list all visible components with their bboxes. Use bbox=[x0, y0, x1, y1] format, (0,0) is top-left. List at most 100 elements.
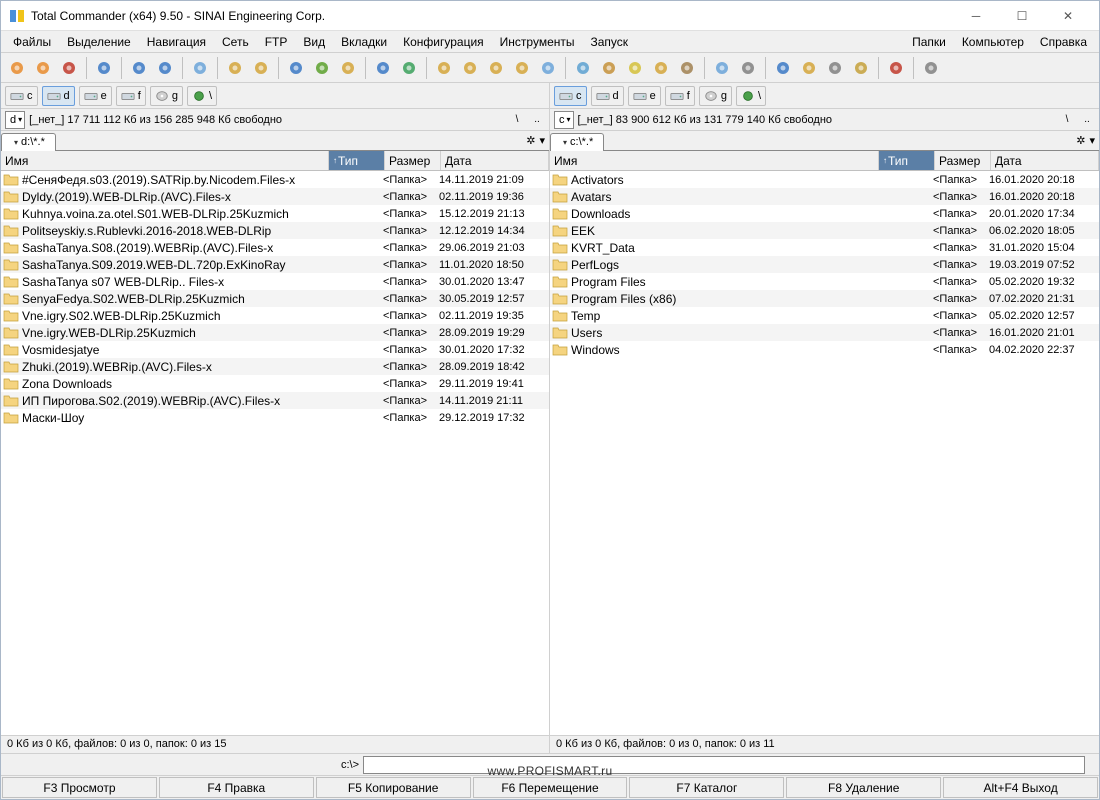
left-drive-c[interactable]: c bbox=[5, 86, 38, 106]
list-item[interactable]: Activators<Папка>16.01.2020 20:18 bbox=[550, 171, 1099, 188]
list-item[interactable]: Temp<Папка>05.02.2020 12:57 bbox=[550, 307, 1099, 324]
doc-4-icon[interactable] bbox=[510, 56, 534, 80]
left-drive-combo[interactable]: d ▾ bbox=[5, 111, 25, 129]
menu-Справка[interactable]: Справка bbox=[1032, 33, 1095, 51]
left-nav-root[interactable]: \ bbox=[509, 111, 525, 129]
list-item[interactable]: ИП Пирогова.S02.(2019).WEBRip.(AVC).File… bbox=[1, 392, 549, 409]
right-nav-root[interactable]: \ bbox=[1059, 111, 1075, 129]
list-item[interactable]: Zona Downloads<Папка>29.11.2019 19:41 bbox=[1, 375, 549, 392]
arrow-right-icon[interactable] bbox=[153, 56, 177, 80]
fn-F5[interactable]: F5 Копирование bbox=[316, 777, 471, 798]
fn-F4[interactable]: F4 Правка bbox=[159, 777, 314, 798]
right-drive-f[interactable]: f bbox=[665, 86, 695, 106]
menu-FTP[interactable]: FTP bbox=[257, 33, 296, 51]
gear-orange-2-icon[interactable] bbox=[31, 56, 55, 80]
left-nav-up[interactable]: .. bbox=[529, 111, 545, 129]
list-item[interactable]: Vne.igry.WEB-DLRip.25Kuzmich<Папка>28.09… bbox=[1, 324, 549, 341]
fn-F3[interactable]: F3 Просмотр bbox=[2, 777, 157, 798]
folder-y-icon[interactable] bbox=[649, 56, 673, 80]
menu-Вкладки[interactable]: Вкладки bbox=[333, 33, 395, 51]
left-tab-star[interactable]: ✲ bbox=[526, 134, 535, 147]
right-col-date[interactable]: Дата bbox=[991, 151, 1099, 170]
list-item[interactable]: Zhuki.(2019).WEBRip.(AVC).Files-x<Папка>… bbox=[1, 358, 549, 375]
list-item[interactable]: Politseyskiy.s.Rublevki.2016-2018.WEB-DL… bbox=[1, 222, 549, 239]
right-drive-c[interactable]: c bbox=[554, 86, 587, 106]
list-item[interactable]: Windows<Папка>04.02.2020 22:37 bbox=[550, 341, 1099, 358]
ie-icon[interactable] bbox=[371, 56, 395, 80]
right-drive-g[interactable]: g bbox=[699, 86, 732, 106]
list-item[interactable]: #СеняФедя.s03.(2019).SATRip.by.Nicodem.F… bbox=[1, 171, 549, 188]
gear-orange-icon[interactable] bbox=[5, 56, 29, 80]
left-tab-menu[interactable]: ▾ bbox=[539, 134, 545, 147]
zoom-icon[interactable] bbox=[188, 56, 212, 80]
right-nav-up[interactable]: .. bbox=[1079, 111, 1095, 129]
right-drive-e[interactable]: e bbox=[628, 86, 661, 106]
clipboard-icon[interactable] bbox=[336, 56, 360, 80]
menu-Инструменты[interactable]: Инструменты bbox=[492, 33, 583, 51]
list-item[interactable]: KVRT_Data<Папка>31.01.2020 15:04 bbox=[550, 239, 1099, 256]
sort-icon[interactable] bbox=[310, 56, 334, 80]
maximize-button[interactable]: ☐ bbox=[999, 1, 1045, 31]
grid-1-icon[interactable] bbox=[223, 56, 247, 80]
left-drive-f[interactable]: f bbox=[116, 86, 146, 106]
calc-icon[interactable] bbox=[571, 56, 595, 80]
refresh-icon[interactable] bbox=[92, 56, 116, 80]
arrow-left-icon[interactable] bbox=[127, 56, 151, 80]
menu-Вид[interactable]: Вид bbox=[295, 33, 333, 51]
tool-1-icon[interactable] bbox=[710, 56, 734, 80]
doc-2-icon[interactable] bbox=[458, 56, 482, 80]
list-item[interactable]: Vne.igry.S02.WEB-DLRip.25Kuzmich<Папка>0… bbox=[1, 307, 549, 324]
list-item[interactable]: Program Files (x86)<Папка>07.02.2020 21:… bbox=[550, 290, 1099, 307]
left-col-date[interactable]: Дата bbox=[441, 151, 549, 170]
notebook-icon[interactable] bbox=[675, 56, 699, 80]
left-tab[interactable]: ▾d:\*.* bbox=[1, 133, 56, 151]
list-item[interactable]: Program Files<Папка>05.02.2020 19:32 bbox=[550, 273, 1099, 290]
table-icon[interactable] bbox=[623, 56, 647, 80]
right-file-list[interactable]: Activators<Папка>16.01.2020 20:18Avatars… bbox=[550, 171, 1099, 735]
right-col-ext[interactable]: ↑Тип bbox=[879, 151, 935, 170]
left-drive-g[interactable]: g bbox=[150, 86, 183, 106]
grid-2-icon[interactable] bbox=[249, 56, 273, 80]
gear-red-icon[interactable] bbox=[57, 56, 81, 80]
ball-icon[interactable] bbox=[884, 56, 908, 80]
menu-Выделение[interactable]: Выделение bbox=[59, 33, 139, 51]
right-tab[interactable]: ▾c:\*.* bbox=[550, 133, 604, 151]
fn-F7[interactable]: F7 Каталог bbox=[629, 777, 784, 798]
menu-Запуск[interactable]: Запуск bbox=[583, 33, 637, 51]
tiles-icon[interactable] bbox=[536, 56, 560, 80]
cmdline-input[interactable] bbox=[363, 756, 1085, 774]
list-item[interactable]: Vosmidesjatye<Папка>30.01.2020 17:32 bbox=[1, 341, 549, 358]
list-item[interactable]: Dyldy.(2019).WEB-DLRip.(AVC).Files-x<Пап… bbox=[1, 188, 549, 205]
fn-F8[interactable]: F8 Удаление bbox=[786, 777, 941, 798]
right-tab-star[interactable]: ✲ bbox=[1076, 134, 1085, 147]
list-item[interactable]: SashaTanya.S09.2019.WEB-DL.720p.ExKinoRa… bbox=[1, 256, 549, 273]
menu-Компьютер[interactable]: Компьютер bbox=[954, 33, 1032, 51]
list-item[interactable]: SashaTanya s07 WEB-DLRip.. Files-x<Папка… bbox=[1, 273, 549, 290]
wand-icon[interactable] bbox=[919, 56, 943, 80]
cd-icon[interactable] bbox=[849, 56, 873, 80]
doc-3-icon[interactable] bbox=[484, 56, 508, 80]
right-drive-\[interactable]: \ bbox=[736, 86, 766, 106]
globe-icon[interactable] bbox=[397, 56, 421, 80]
list-item[interactable]: PerfLogs<Папка>19.03.2019 07:52 bbox=[550, 256, 1099, 273]
list-item[interactable]: Avatars<Папка>16.01.2020 20:18 bbox=[550, 188, 1099, 205]
star-blue-icon[interactable] bbox=[284, 56, 308, 80]
menu-Папки[interactable]: Папки bbox=[904, 33, 954, 51]
fn-Alt+F4[interactable]: Alt+F4 Выход bbox=[943, 777, 1098, 798]
list-item[interactable]: Users<Папка>16.01.2020 21:01 bbox=[550, 324, 1099, 341]
left-col-ext[interactable]: ↑Тип bbox=[329, 151, 385, 170]
doc-1-icon[interactable] bbox=[432, 56, 456, 80]
disk-g-icon[interactable] bbox=[823, 56, 847, 80]
shield-icon[interactable] bbox=[771, 56, 795, 80]
right-drive-combo[interactable]: c ▾ bbox=[554, 111, 574, 129]
list-item[interactable]: EEK<Папка>06.02.2020 18:05 bbox=[550, 222, 1099, 239]
right-col-name[interactable]: Имя bbox=[550, 151, 879, 170]
right-tab-menu[interactable]: ▾ bbox=[1089, 134, 1095, 147]
close-button[interactable]: ✕ bbox=[1045, 1, 1091, 31]
left-drive-e[interactable]: e bbox=[79, 86, 112, 106]
right-drive-d[interactable]: d bbox=[591, 86, 624, 106]
left-col-name[interactable]: Имя bbox=[1, 151, 329, 170]
menu-Сеть[interactable]: Сеть bbox=[214, 33, 257, 51]
left-col-size[interactable]: Размер bbox=[385, 151, 441, 170]
menu-Конфигурация[interactable]: Конфигурация bbox=[395, 33, 492, 51]
